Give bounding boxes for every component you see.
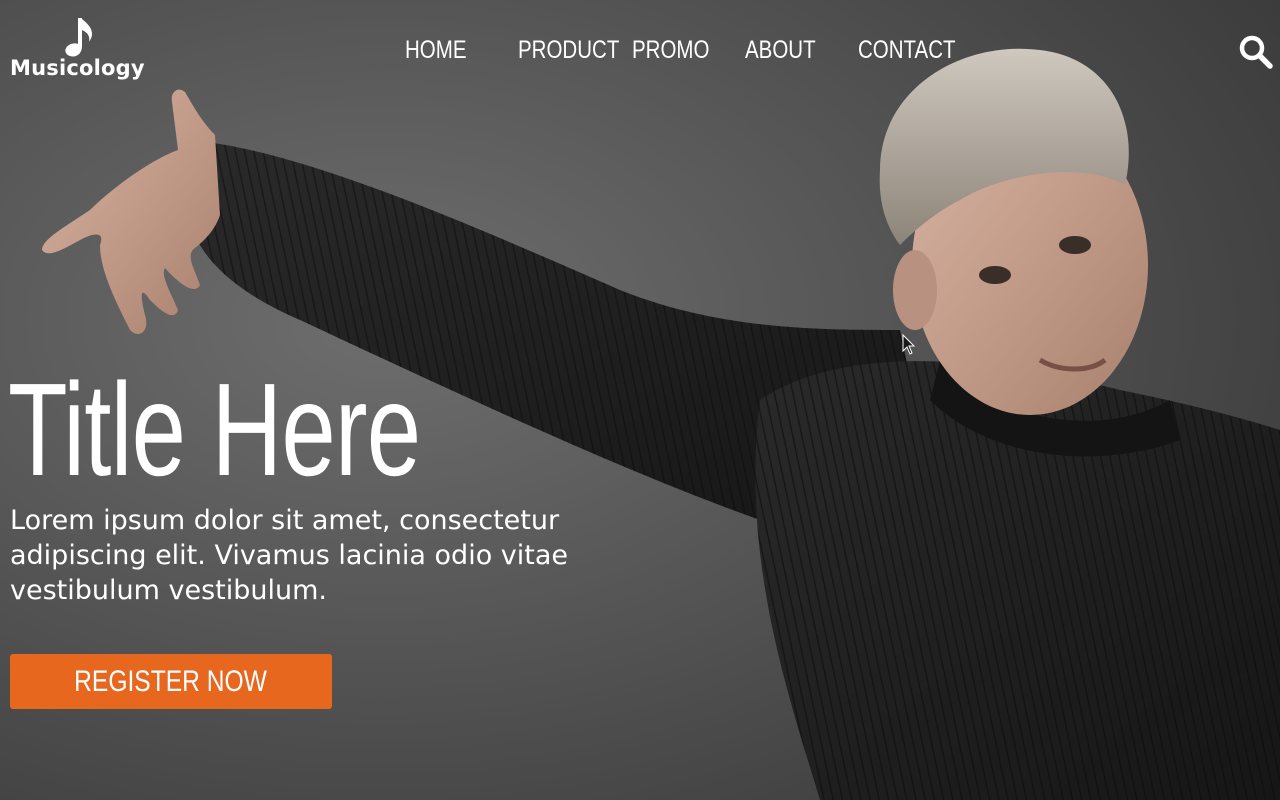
register-now-label: REGISTER NOW [74,664,268,698]
nav-item-promo[interactable]: PROMO [632,36,709,65]
music-note-icon [65,18,92,57]
nav-item-product[interactable]: PRODUCT [518,36,619,65]
hero-description: Lorem ipsum dolor sit amet, consectetur … [10,505,569,606]
hero-section: Musicology HOME PRODUCT PROMO ABOUT CONT… [0,0,1280,800]
search-icon [1239,35,1273,69]
nav-item-contact[interactable]: CONTACT [858,36,956,65]
brand-logo[interactable]: Musicology [10,16,145,80]
mouse-cursor-icon [902,334,916,355]
nav-item-about[interactable]: ABOUT [745,36,816,65]
nav-item-home[interactable]: HOME [405,36,467,65]
hero-title: Title Here [8,356,421,503]
register-now-button[interactable]: REGISTER NOW [10,654,332,709]
search-button[interactable] [1236,32,1276,72]
brand-name: Musicology [10,56,145,80]
